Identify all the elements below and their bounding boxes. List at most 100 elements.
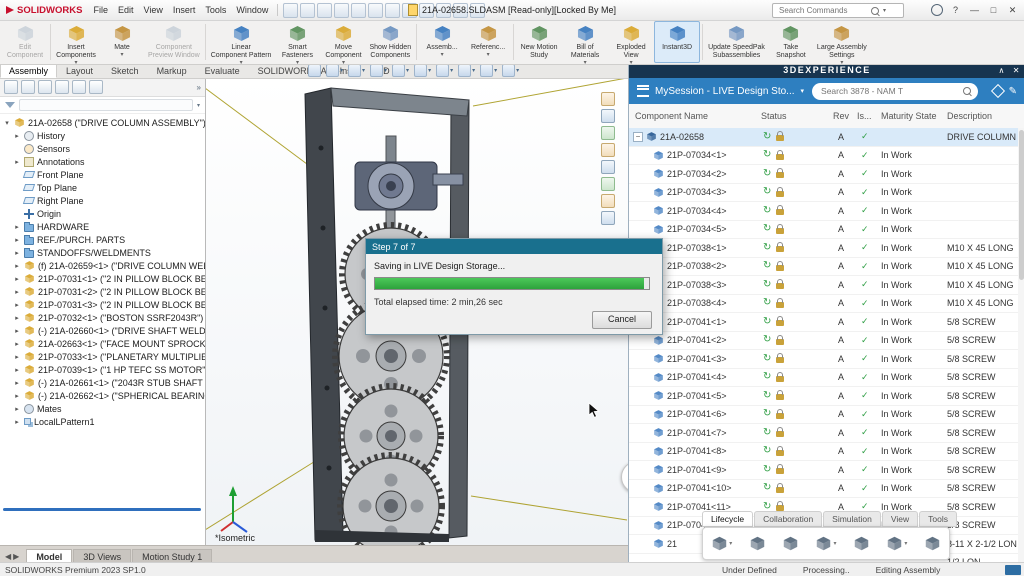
column-header[interactable]: Component Name xyxy=(635,104,708,128)
display-style-icon[interactable]: ▾ xyxy=(414,64,431,77)
new-motion-study-button[interactable]: New Motion Study xyxy=(516,21,562,63)
reference-geometry-button[interactable]: Referenc...▾ xyxy=(465,21,511,63)
close-icon[interactable]: ✕ xyxy=(1013,66,1021,75)
displaymanager-icon[interactable] xyxy=(72,80,86,94)
panel-table-icon[interactable] xyxy=(601,109,615,123)
expander-icon[interactable]: ▸ xyxy=(13,301,21,309)
tree-item[interactable]: ▸(-) 21A-02662<1> ("SPHERICAL BEARING AS… xyxy=(0,389,205,402)
take-snapshot-button[interactable]: Take Snapshot xyxy=(768,21,814,63)
panel-layers-icon[interactable] xyxy=(601,177,615,191)
component-row[interactable]: 21P-07041<7>↻A✓In Work5/8 SCREW xyxy=(629,424,1024,443)
move-component-button[interactable]: Move Component▾ xyxy=(320,21,366,63)
expander-icon[interactable]: ▸ xyxy=(13,132,21,140)
session-dropdown[interactable]: MySession - LIVE Design Sto... xyxy=(655,86,795,97)
expander-icon[interactable]: ▸ xyxy=(13,366,21,374)
panel-search-input[interactable] xyxy=(819,85,959,97)
component-row[interactable]: 21P-07041<6>↻A✓In Work5/8 SCREW xyxy=(629,406,1024,425)
column-header[interactable]: Rev xyxy=(833,104,849,128)
expander-icon[interactable]: ▸ xyxy=(13,288,21,296)
menu-view[interactable]: View xyxy=(138,3,167,17)
tree-item[interactable]: ▸(f) 21A-02659<1> ("DRIVE COLUMN WELDMEN… xyxy=(0,259,205,272)
menu-file[interactable]: File xyxy=(88,3,113,17)
new-icon[interactable] xyxy=(283,3,298,18)
assembly-features-button[interactable]: Assemb...▾ xyxy=(419,21,465,63)
smart-fasteners-button[interactable]: Smart Fasteners▾ xyxy=(274,21,320,63)
select-icon[interactable] xyxy=(385,3,400,18)
column-header[interactable]: Status xyxy=(761,104,787,128)
tree-item[interactable]: ▸Annotations xyxy=(0,155,205,168)
tree-item[interactable]: ▸21P-07039<1> ("1 HP TEFC SS MOTOR") xyxy=(0,363,205,376)
model-tab-motion-study-1[interactable]: Motion Study 1 xyxy=(132,549,212,563)
expander-icon[interactable]: ▸ xyxy=(13,158,21,166)
component-row[interactable]: 21P-07038<3>↻A✓In WorkM10 X 45 LONG xyxy=(629,276,1024,295)
component-row[interactable]: 21P-07034<1>↻A✓In Work xyxy=(629,147,1024,166)
tree-item[interactable]: ▸History xyxy=(0,129,205,142)
column-header[interactable]: Description xyxy=(947,104,992,128)
help-icon[interactable]: ? xyxy=(946,2,965,18)
panel-tab-tools[interactable]: Tools xyxy=(919,511,957,527)
scrollbar-thumb[interactable] xyxy=(1019,130,1024,280)
panel-color-icon[interactable] xyxy=(601,194,615,208)
user-icon[interactable] xyxy=(927,2,946,18)
model-tab-model[interactable]: Model xyxy=(26,549,72,563)
apply-scene-icon[interactable]: ▾ xyxy=(480,64,497,77)
measure-icon[interactable] xyxy=(470,3,485,18)
tag-icon[interactable] xyxy=(991,84,1005,98)
panel-tab-simulation[interactable]: Simulation xyxy=(823,511,881,527)
tree-item[interactable]: ▾21A-02658 ("DRIVE COLUMN ASSEMBLY") xyxy=(0,116,205,129)
view-orientation-icon[interactable]: ▾ xyxy=(392,64,409,77)
large-assembly-settings-button[interactable]: Large Assembly Settings▾ xyxy=(814,21,870,63)
component-row[interactable]: 21P-07041<1>↻A✓In Work5/8 SCREW xyxy=(629,313,1024,332)
undo-icon[interactable] xyxy=(351,3,366,18)
open-icon[interactable] xyxy=(300,3,315,18)
component-row[interactable]: 21P-07038<2>↻A✓In WorkM10 X 45 LONG xyxy=(629,258,1024,277)
command-search-input[interactable] xyxy=(777,5,867,16)
expander-icon[interactable]: ▸ xyxy=(13,327,21,335)
tree-item[interactable]: ▸(-) 21A-02660<1> ("DRIVE SHAFT WELDMENT… xyxy=(0,324,205,337)
tree-item[interactable]: ▸21P-07033<1> ("PLANETARY MULTIPLIER") xyxy=(0,350,205,363)
edit-appearance-icon[interactable]: ▾ xyxy=(458,64,475,77)
expander-icon[interactable]: ▸ xyxy=(13,379,21,387)
component-row[interactable]: 21P-07041<4>↻A✓In Work5/8 SCREW xyxy=(629,369,1024,388)
tree-item[interactable]: ▸Mates xyxy=(0,402,205,415)
column-header[interactable]: Maturity State xyxy=(881,104,937,128)
minimize-icon[interactable]: — xyxy=(965,2,984,18)
component-preview-button[interactable]: Component Preview Window xyxy=(145,21,203,63)
instant3d-button[interactable]: Instant3D xyxy=(654,21,700,63)
insert-components-button[interactable]: Insert Components▾ xyxy=(53,21,99,63)
tree-item[interactable]: ▸STANDOFFS/WELDMENTS xyxy=(0,246,205,259)
dimxpertmanager-icon[interactable] xyxy=(55,80,69,94)
edit-component-button[interactable]: Edit Component xyxy=(2,21,48,63)
show-hidden-components-button[interactable]: Show Hidden Components xyxy=(366,21,414,63)
expander-icon[interactable]: ▸ xyxy=(13,314,21,322)
tab-assembly[interactable]: Assembly xyxy=(0,63,57,78)
expander-icon[interactable]: ▸ xyxy=(13,340,21,348)
options-icon[interactable] xyxy=(436,3,451,18)
tree-item[interactable]: ▸21A-02663<1> ("FACE MOUNT SPROCKET ASS xyxy=(0,337,205,350)
featuremanager-tree-icon[interactable] xyxy=(4,80,18,94)
zoom-fit-icon[interactable] xyxy=(308,64,321,77)
menu-tools[interactable]: Tools xyxy=(200,3,231,17)
menu-insert[interactable]: Insert xyxy=(168,3,201,17)
model-tab-3d-views[interactable]: 3D Views xyxy=(73,549,131,563)
edit-pencil-icon[interactable]: ✎ xyxy=(1009,86,1017,97)
menu-window[interactable]: Window xyxy=(231,3,273,17)
tree-item[interactable]: Origin xyxy=(0,207,205,220)
panel-refresh-icon[interactable] xyxy=(601,160,615,174)
maximize-icon[interactable]: □ xyxy=(984,2,1003,18)
tree-filter-input[interactable] xyxy=(19,99,193,111)
tree-item[interactable]: ▸21P-07031<1> ("2 IN PILLOW BLOCK BEARIN… xyxy=(0,272,205,285)
tree-item[interactable]: Sensors xyxy=(0,142,205,155)
hide-show-icon[interactable]: ▾ xyxy=(436,64,453,77)
expander-icon[interactable]: ▸ xyxy=(13,223,21,231)
redo-icon[interactable] xyxy=(368,3,383,18)
expander-icon[interactable]: ▸ xyxy=(13,262,21,270)
explore-icon[interactable] xyxy=(782,535,799,552)
component-row[interactable]: 21P-07034<4>↻A✓In Work xyxy=(629,202,1024,221)
tree-item[interactable]: ▸21P-07031<2> ("2 IN PILLOW BLOCK BEARIN… xyxy=(0,285,205,298)
component-row[interactable]: 21P-07041<5>↻A✓In Work5/8 SCREW xyxy=(629,387,1024,406)
hamburger-menu-icon[interactable] xyxy=(637,85,649,97)
measure-tools-icon[interactable] xyxy=(924,535,941,552)
tree-item[interactable]: ▸21P-07031<3> ("2 IN PILLOW BLOCK BEARIN… xyxy=(0,298,205,311)
panel-export-icon[interactable] xyxy=(601,143,615,157)
